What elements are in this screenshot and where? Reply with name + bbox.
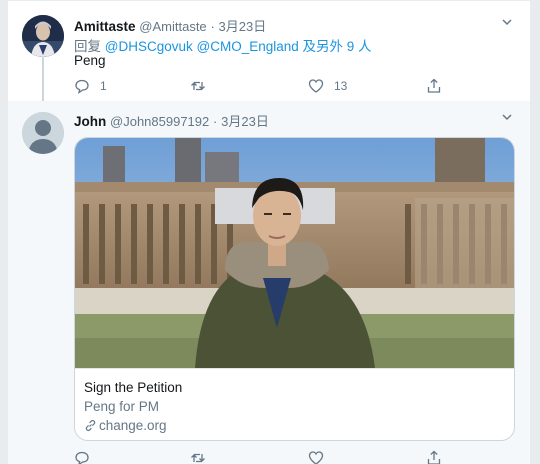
display-name[interactable]: John — [74, 114, 106, 129]
tweet-date[interactable]: 3月23日 — [219, 19, 267, 34]
tweet-actions — [74, 450, 454, 464]
tweet-header: John @John85997192 · 3月23日 — [74, 111, 269, 130]
reply-prefix: 回复 — [74, 39, 101, 54]
link-card[interactable]: Sign the Petition Peng for PM change.org — [74, 137, 515, 441]
timeline: Amittaste @Amittaste · 3月23日 回复 @DHSCgov… — [8, 0, 530, 464]
chevron-down-icon[interactable] — [500, 15, 514, 34]
tweet-amittaste[interactable]: Amittaste @Amittaste · 3月23日 回复 @DHSCgov… — [8, 0, 530, 101]
tweet-actions: 1 13 — [74, 78, 454, 96]
tweet-text: Peng — [74, 53, 106, 68]
user-handle[interactable]: @Amittaste — [139, 19, 206, 34]
thread-connector — [42, 57, 44, 101]
avatar[interactable] — [22, 15, 64, 57]
separator: · — [213, 114, 218, 129]
link-icon — [85, 419, 96, 432]
reply-button[interactable]: 1 — [74, 78, 107, 94]
heart-icon — [308, 451, 324, 464]
card-domain-text: change.org — [99, 418, 167, 433]
reply-icon — [75, 451, 89, 464]
reply-icon — [75, 79, 89, 94]
card-details[interactable]: Sign the Petition Peng for PM change.org — [75, 368, 514, 440]
avatar[interactable] — [22, 112, 64, 154]
tweet-header: Amittaste @Amittaste · 3月23日 — [74, 16, 266, 35]
tweet-john[interactable]: John @John85997192 · 3月23日 Sign the Peti… — [8, 101, 530, 464]
card-image[interactable] — [75, 138, 514, 368]
share-icon — [427, 450, 441, 464]
share-button[interactable] — [426, 450, 442, 464]
display-name[interactable]: Amittaste — [74, 19, 136, 34]
like-count: 13 — [334, 79, 348, 93]
share-icon — [427, 78, 441, 93]
retweet-icon — [191, 453, 205, 463]
reply-others[interactable]: 及另外 9 人 — [303, 39, 372, 54]
chevron-down-icon[interactable] — [500, 110, 514, 129]
user-handle[interactable]: @John85997192 — [110, 114, 209, 129]
reply-mentions[interactable]: @DHSCgovuk @CMO_England — [105, 39, 299, 54]
retweet-button[interactable] — [190, 450, 206, 464]
replying-to: 回复 @DHSCgovuk @CMO_England 及另外 9 人 — [74, 35, 372, 55]
share-button[interactable] — [426, 78, 442, 94]
like-button[interactable]: 13 — [308, 78, 347, 94]
reply-button[interactable] — [74, 450, 90, 464]
retweet-icon — [191, 81, 205, 91]
reply-count: 1 — [100, 79, 107, 93]
like-button[interactable] — [308, 450, 324, 464]
retweet-button[interactable] — [190, 78, 216, 94]
heart-icon — [308, 79, 324, 93]
card-description: Peng for PM — [84, 399, 160, 414]
separator: · — [210, 19, 215, 34]
card-title[interactable]: Sign the Petition — [84, 378, 514, 397]
tweet-date[interactable]: 3月23日 — [221, 114, 269, 129]
card-domain[interactable]: change.org — [84, 416, 514, 435]
